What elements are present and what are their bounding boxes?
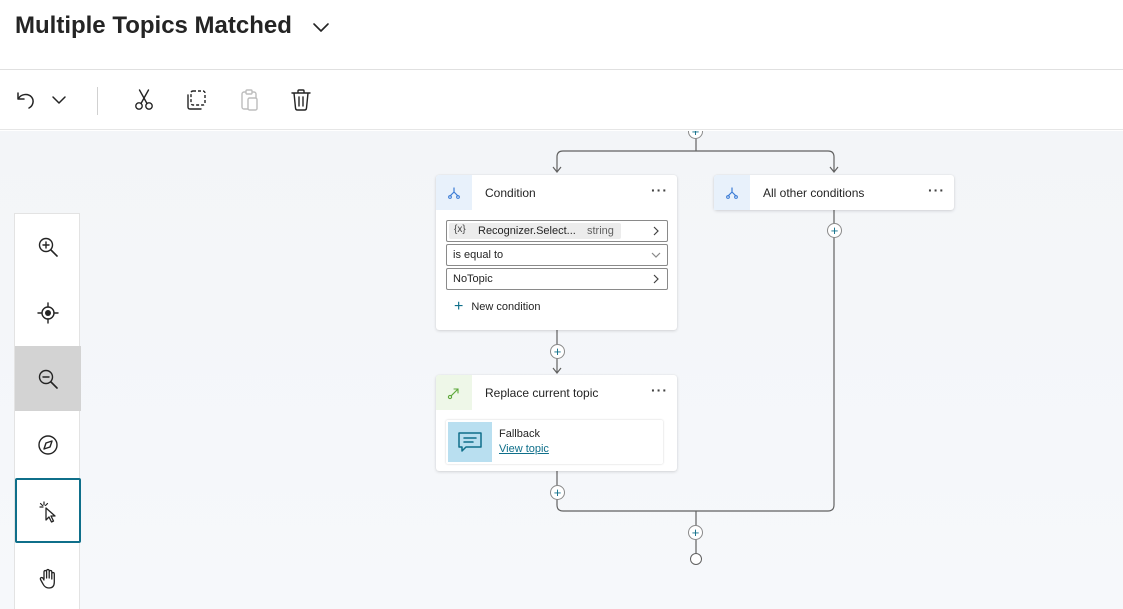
replace-node-header: Replace current topic: [436, 375, 677, 410]
other-node-title: All other conditions: [763, 185, 865, 200]
flow-canvas[interactable]: + Condition ··· {x} Recognizer.Select...…: [0, 131, 1123, 609]
toolbar-divider: [97, 87, 98, 115]
redirect-icon: [436, 375, 472, 410]
add-step-button[interactable]: +: [688, 525, 703, 540]
pan-hand-icon[interactable]: [15, 546, 81, 609]
other-more-options-button[interactable]: ···: [928, 183, 945, 197]
replace-more-options-button[interactable]: ···: [651, 383, 668, 397]
replace-node-title: Replace current topic: [485, 385, 599, 400]
flow-end-node: [690, 553, 702, 565]
page-title: Multiple Topics Matched: [15, 12, 292, 39]
paste-icon[interactable]: [234, 85, 264, 115]
variable-pill: {x} Recognizer.Select... string: [449, 223, 621, 239]
view-topic-link[interactable]: View topic: [499, 443, 549, 455]
canvas-controls-panel: [14, 213, 81, 609]
scissors-icon[interactable]: [129, 85, 159, 115]
toolbar: [0, 71, 1123, 130]
chevron-down-icon: [651, 252, 661, 258]
condition-operator-select[interactable]: is equal to: [446, 244, 668, 266]
select-pointer-icon[interactable]: [15, 478, 81, 543]
operator-value: is equal to: [453, 249, 504, 261]
condition-more-options-button[interactable]: ···: [651, 183, 668, 197]
page-header: Multiple Topics Matched: [0, 0, 1123, 70]
variable-icon: {x}: [454, 224, 466, 235]
add-step-button[interactable]: +: [827, 223, 842, 238]
target-topic-card: Fallback View topic: [446, 420, 663, 464]
new-condition-label: New condition: [471, 301, 541, 313]
undo-icon[interactable]: [10, 85, 40, 115]
condition-value-field[interactable]: NoTopic: [446, 268, 668, 290]
condition-node[interactable]: Condition ··· {x} Recognizer.Select... s…: [436, 175, 677, 330]
chevron-right-icon: [653, 226, 659, 236]
variable-name: Recognizer.Select...: [478, 225, 576, 237]
branch-icon: [714, 175, 750, 210]
add-step-button[interactable]: +: [550, 485, 565, 500]
add-step-button[interactable]: +: [550, 344, 565, 359]
zoom-out-icon[interactable]: [15, 346, 81, 411]
title-chevron-down-icon[interactable]: [308, 14, 334, 40]
new-condition-button[interactable]: + New condition: [454, 298, 541, 315]
branch-icon: [436, 175, 472, 210]
replace-topic-node[interactable]: Replace current topic ··· Fallback View …: [436, 375, 677, 471]
chat-message-icon: [448, 422, 492, 462]
chevron-right-icon: [653, 274, 659, 284]
compass-icon[interactable]: [15, 412, 81, 477]
other-node-header: All other conditions: [714, 175, 954, 210]
copy-icon[interactable]: [181, 85, 211, 115]
trash-icon[interactable]: [286, 85, 316, 115]
condition-variable-field[interactable]: {x} Recognizer.Select... string: [446, 220, 668, 242]
zoom-in-icon[interactable]: [15, 214, 81, 279]
variable-type: string: [587, 225, 614, 237]
all-other-conditions-node[interactable]: All other conditions ···: [714, 175, 954, 210]
undo-menu-chevron-down-icon[interactable]: [44, 85, 74, 115]
condition-node-title: Condition: [485, 185, 536, 200]
plus-icon: +: [454, 298, 464, 315]
topic-name: Fallback: [499, 428, 540, 440]
condition-value: NoTopic: [453, 273, 493, 285]
condition-node-header: Condition: [436, 175, 677, 210]
recenter-icon[interactable]: [15, 280, 81, 345]
